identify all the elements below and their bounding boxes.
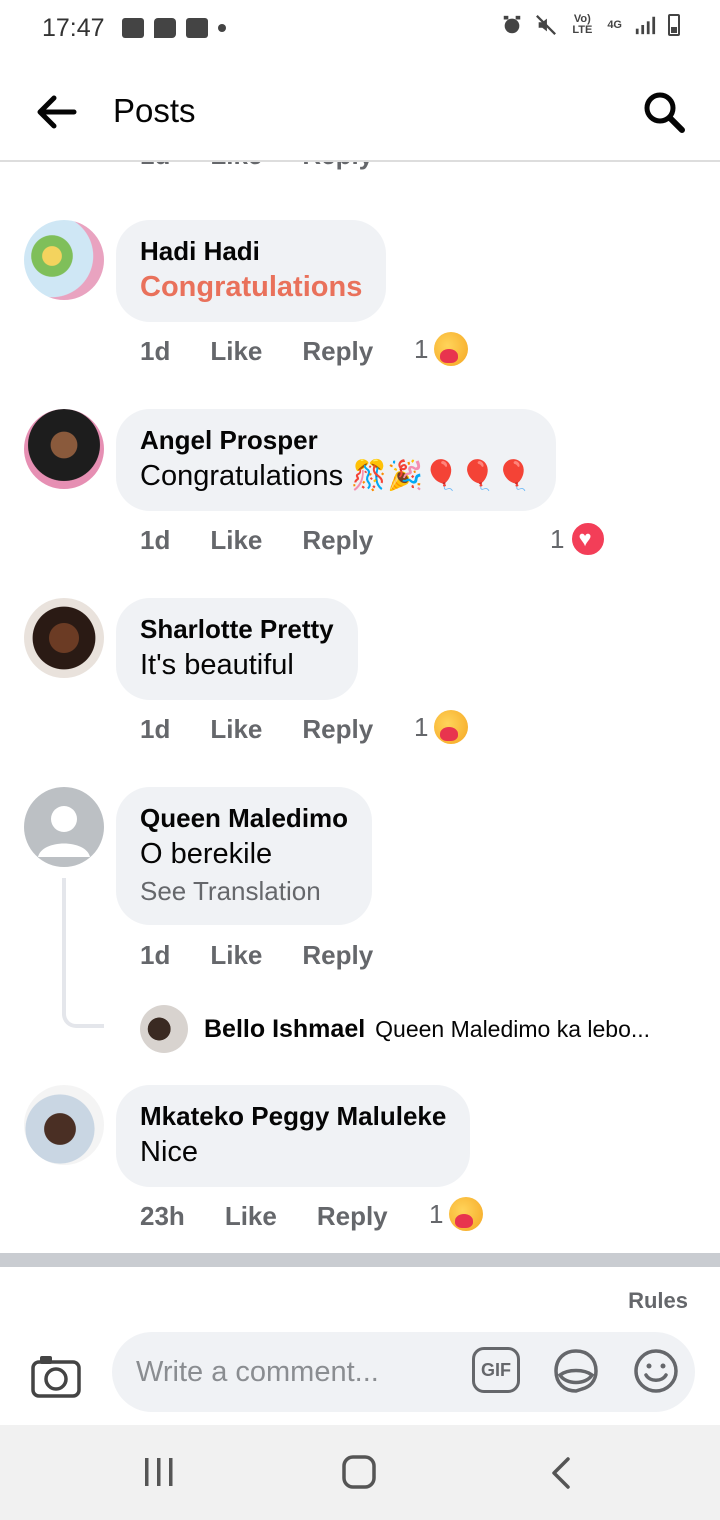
reply-button[interactable]: Reply — [302, 940, 373, 971]
alarm-icon — [504, 15, 521, 34]
sticker-icon[interactable] — [552, 1347, 600, 1395]
comment-text: Congratulations — [140, 271, 363, 303]
comment-input[interactable] — [112, 1332, 695, 1412]
comment-time: 1d — [140, 336, 171, 366]
reaction-count: 1 — [550, 523, 565, 554]
comment-bubble[interactable]: Hadi Hadi Congratulations — [116, 220, 387, 322]
comment-author[interactable]: Sharlotte Pretty — [140, 612, 334, 646]
gif-button[interactable]: GIF — [472, 1347, 520, 1393]
like-button[interactable]: Like — [210, 940, 262, 971]
reaction-count: 1 — [414, 333, 429, 364]
comment-composer: GIF — [0, 1330, 720, 1425]
reaction-summary[interactable]: 1 — [414, 710, 469, 744]
notification-dot-icon — [218, 24, 226, 32]
gallery-icon — [122, 18, 144, 38]
like-button[interactable]: Like — [225, 1201, 277, 1232]
avatar[interactable] — [140, 1005, 188, 1053]
page-title: Posts — [113, 92, 196, 129]
signal-icon — [635, 16, 656, 35]
reply-text: Queen Maledimo ka lebo... — [375, 1015, 651, 1042]
home-icon[interactable] — [340, 1453, 378, 1491]
care-reaction-icon — [434, 710, 469, 744]
comment-text: Nice — [140, 1136, 199, 1168]
reply-button[interactable]: Reply — [302, 525, 373, 556]
like-button[interactable]: Like — [210, 336, 262, 367]
section-divider — [0, 1253, 720, 1267]
back-arrow-icon[interactable] — [34, 92, 78, 132]
camera-icon[interactable] — [30, 1352, 82, 1400]
message-icon — [154, 18, 176, 38]
love-reaction-icon — [570, 521, 607, 557]
default-avatar-icon[interactable] — [24, 787, 104, 867]
status-bar: 17:47 Vo) LTE 4G — [0, 0, 720, 62]
reaction-summary[interactable]: 1 — [550, 521, 607, 557]
care-reaction-icon — [434, 332, 469, 366]
comment-bubble[interactable]: Angel Prosper Congratulations 🎊🎉🎈🎈🎈 — [116, 409, 556, 511]
recent-apps-icon[interactable] — [142, 1455, 176, 1489]
reply-button[interactable]: Reply — [302, 336, 373, 367]
comment-text: It's beautiful — [140, 649, 294, 681]
reaction-summary[interactable]: 1 — [414, 332, 469, 366]
comment-text: O berekile — [140, 838, 273, 870]
volte-label: Vo) LTE — [572, 13, 593, 36]
see-translation-link[interactable]: See Translation — [140, 873, 348, 909]
folder-icon — [186, 18, 208, 38]
mute-icon — [536, 15, 557, 35]
comment-bubble[interactable]: Mkateko Peggy Maluleke Nice — [116, 1085, 471, 1187]
nav-back-icon[interactable] — [548, 1455, 574, 1491]
comment-bubble[interactable]: Queen Maledimo O berekile See Translatio… — [116, 787, 373, 925]
nested-reply[interactable]: Bello Ishmael Queen Maledimo ka lebo... — [140, 1005, 650, 1053]
reply-button[interactable]: Reply — [317, 1201, 388, 1232]
avatar[interactable] — [24, 1085, 104, 1165]
comment-time: 1d — [140, 940, 171, 970]
reaction-count: 1 — [414, 711, 429, 742]
comment-time: 23h — [140, 1201, 185, 1231]
status-time: 17:47 — [42, 14, 105, 42]
emoji-icon[interactable] — [632, 1347, 680, 1395]
comment-text: Congratulations 🎊🎉🎈🎈🎈 — [140, 460, 532, 492]
rules-link[interactable]: Rules — [628, 1288, 688, 1314]
battery-icon — [668, 14, 680, 36]
comment-time: 1d — [140, 714, 171, 744]
search-icon[interactable] — [640, 88, 688, 136]
header: Posts — [0, 62, 720, 162]
comment-author[interactable]: Mkateko Peggy Maluleke — [140, 1099, 446, 1133]
reply-author[interactable]: Bello Ishmael — [204, 1015, 365, 1044]
reply-button[interactable]: Reply — [302, 714, 373, 745]
reply-thread-line — [62, 878, 104, 1028]
comment-author[interactable]: Queen Maledimo — [140, 801, 348, 835]
like-button[interactable]: Like — [210, 525, 262, 556]
avatar[interactable] — [24, 409, 104, 489]
comment-author[interactable]: Hadi Hadi — [140, 234, 362, 268]
network-label: 4G — [607, 19, 622, 31]
comment-author[interactable]: Angel Prosper — [140, 423, 532, 457]
care-reaction-icon — [449, 1197, 484, 1231]
reaction-summary[interactable]: 1 — [429, 1197, 484, 1231]
avatar[interactable] — [24, 220, 104, 300]
avatar[interactable] — [24, 598, 104, 678]
system-nav-bar — [0, 1425, 720, 1520]
reaction-count: 1 — [429, 1198, 444, 1229]
comment-time: 1d — [140, 525, 171, 555]
like-button[interactable]: Like — [210, 714, 262, 745]
comment-bubble[interactable]: Sharlotte Pretty It's beautiful — [116, 598, 358, 700]
